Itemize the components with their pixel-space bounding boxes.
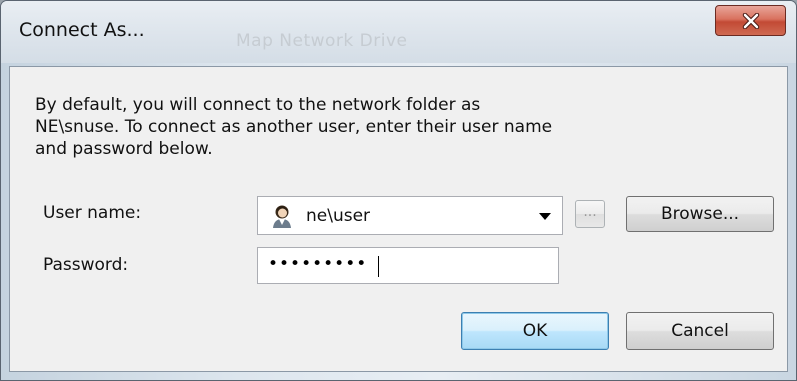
cancel-button[interactable]: Cancel	[626, 312, 774, 350]
close-icon	[742, 12, 759, 29]
description-line: By default, you will connect to the netw…	[35, 95, 481, 115]
window-title: Connect As...	[19, 19, 145, 41]
user-icon	[273, 205, 291, 228]
title-bar[interactable]: Map Network Drive Connect As...	[1, 1, 796, 63]
ok-button[interactable]: OK	[461, 312, 609, 350]
text-caret	[378, 256, 379, 277]
chevron-down-icon[interactable]	[538, 212, 552, 221]
close-button[interactable]	[715, 5, 786, 36]
browse-button[interactable]: Browse...	[626, 196, 774, 232]
description-line: and password below.	[35, 139, 213, 159]
password-value: •••••••••	[268, 254, 368, 274]
username-value: ne\user	[306, 206, 371, 226]
password-field[interactable]: •••••••••	[257, 247, 559, 284]
connect-as-window: Map Network Drive Connect As... By defau…	[0, 0, 797, 381]
username-combobox[interactable]: ne\user	[257, 196, 563, 235]
ellipsis-button[interactable]: ...	[575, 200, 605, 228]
background-window-title: Map Network Drive	[236, 31, 408, 51]
description-line: NE\snuse. To connect as another user, en…	[35, 117, 553, 137]
password-label: Password:	[43, 255, 129, 275]
username-label: User name:	[43, 203, 142, 223]
description-text: By default, you will connect to the netw…	[35, 94, 675, 160]
